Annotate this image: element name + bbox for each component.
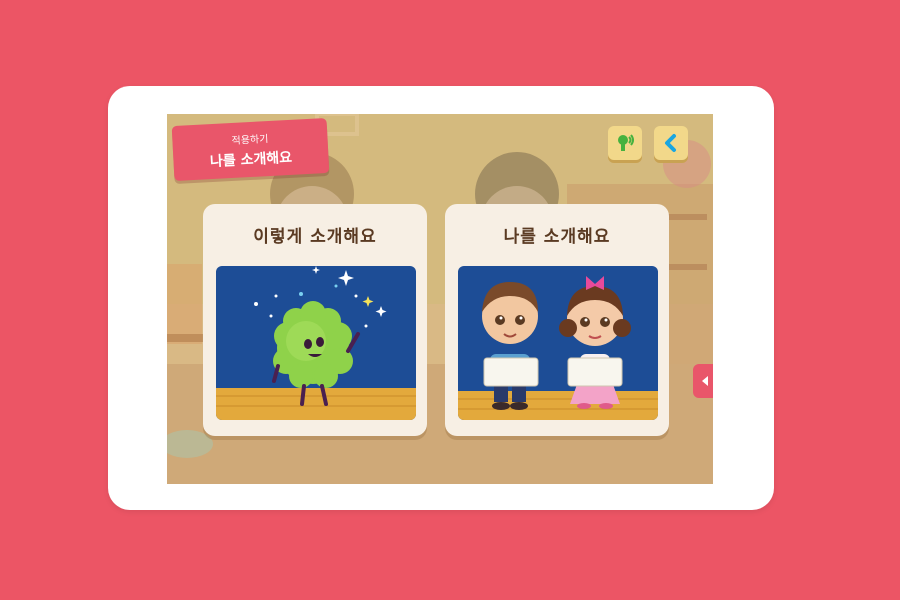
card-self-intro[interactable]: 나를 소개해요 xyxy=(445,204,669,436)
side-panel-toggle[interactable] xyxy=(693,364,713,398)
kids-illustration xyxy=(458,266,658,420)
tablet-frame: 적용하기 나를 소개해요 이렇게 소개해요 나를 소개해요 xyxy=(108,86,774,510)
chevron-left-icon xyxy=(665,134,676,152)
card-example-intro[interactable]: 이렇게 소개해요 xyxy=(203,204,427,436)
activity-title-badge: 적용하기 나를 소개해요 xyxy=(171,117,330,182)
card-title: 나를 소개해요 xyxy=(503,227,611,247)
sound-button[interactable] xyxy=(608,126,642,160)
back-button[interactable] xyxy=(654,126,688,160)
app-screen: 적용하기 나를 소개해요 이렇게 소개해요 나를 소개해요 xyxy=(167,114,713,484)
speaker-sound-icon xyxy=(618,134,634,151)
triangle-left-icon xyxy=(702,376,708,386)
monster-illustration xyxy=(216,266,416,420)
badge-title: 나를 소개해요 xyxy=(209,149,293,171)
card-title: 이렇게 소개해요 xyxy=(253,227,377,247)
